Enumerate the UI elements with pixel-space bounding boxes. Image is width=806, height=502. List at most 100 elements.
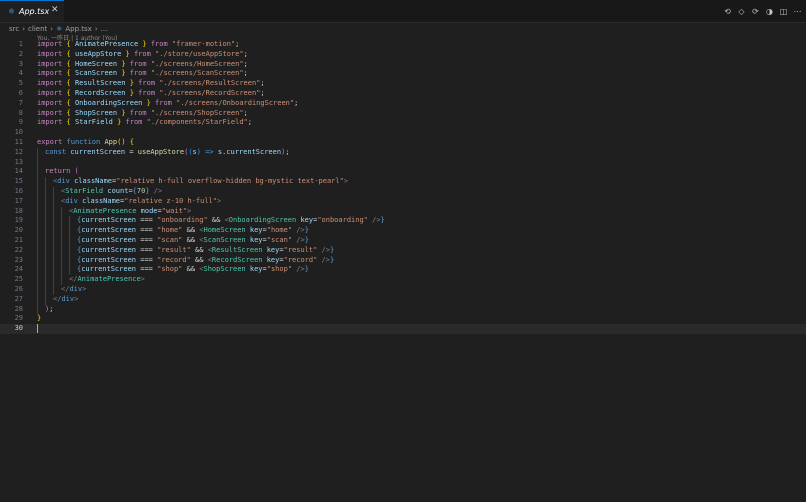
attribute: key bbox=[249, 265, 263, 274]
keyword: const bbox=[45, 147, 67, 156]
breadcrumb-symbol[interactable]: ... bbox=[101, 25, 108, 33]
punct: ; bbox=[243, 49, 248, 58]
tag-bracket: > bbox=[140, 275, 145, 284]
indent-guide bbox=[45, 196, 46, 207]
indent-guide bbox=[69, 255, 70, 266]
operator: === bbox=[140, 245, 153, 254]
indent-guide bbox=[37, 206, 38, 217]
tab-bar: ⚛ App.tsx ✕ ⟲ ◇ ⟳ ◑ ◫ ⋯ bbox=[0, 0, 806, 23]
indent-guide bbox=[61, 226, 62, 236]
tag-bracket: /> bbox=[321, 245, 330, 254]
string: "home" bbox=[266, 226, 293, 235]
brace: } bbox=[37, 314, 42, 323]
brace: } bbox=[304, 226, 309, 235]
code-line: 29} bbox=[0, 314, 806, 324]
breadcrumb-src[interactable]: src bbox=[9, 25, 19, 33]
identifier: ResultScreen bbox=[70, 79, 130, 88]
string: "onboarding" bbox=[317, 216, 368, 225]
indent-guide bbox=[45, 245, 46, 256]
string: "relative z-10 h-full" bbox=[124, 196, 217, 205]
open-changes-icon[interactable]: ◇ bbox=[737, 7, 746, 16]
line-number: 30 bbox=[14, 324, 23, 333]
go-back-icon[interactable]: ⟲ bbox=[723, 7, 732, 16]
string: "wait" bbox=[161, 206, 188, 215]
keyword: from bbox=[125, 108, 151, 117]
indent-guide bbox=[45, 275, 46, 285]
component-name: ScanScreen bbox=[203, 235, 246, 244]
indent-guide bbox=[53, 186, 54, 197]
split-editor-icon[interactable]: ◫ bbox=[779, 7, 788, 16]
brace: } bbox=[380, 216, 385, 225]
paren: ) bbox=[196, 147, 201, 156]
indent-guide bbox=[45, 265, 46, 276]
keyword: from bbox=[129, 49, 156, 58]
code-line: 12 const currentScreen = useAppStore((s) … bbox=[0, 147, 806, 158]
indent-guide bbox=[53, 265, 54, 276]
indent-guide bbox=[37, 216, 38, 227]
indent-guide bbox=[45, 186, 46, 197]
tab-app-tsx[interactable]: ⚛ App.tsx ✕ bbox=[0, 0, 64, 22]
tag-bracket: > bbox=[187, 206, 192, 215]
keyword: import bbox=[37, 79, 63, 88]
string: "./screens/ResultScreen" bbox=[159, 79, 261, 88]
component-name: AnimatePresence bbox=[73, 206, 137, 215]
keyword: export bbox=[37, 137, 63, 146]
line-number: 19 bbox=[14, 216, 23, 225]
line-number: 25 bbox=[14, 275, 23, 284]
operator: && bbox=[211, 216, 221, 225]
code-line: 14 return ( bbox=[0, 167, 806, 178]
identifier: AnimatePresence bbox=[70, 40, 143, 48]
keyword: from bbox=[133, 79, 160, 88]
indent-guide bbox=[45, 206, 46, 217]
indent-guide bbox=[37, 255, 38, 266]
keyword: return bbox=[45, 167, 71, 176]
editor-actions: ⟲ ◇ ⟳ ◑ ◫ ⋯ bbox=[723, 0, 802, 22]
code-editor[interactable]: 1 import { AnimatePresence } from "framer… bbox=[0, 40, 806, 334]
attribute: key bbox=[300, 216, 314, 225]
close-icon[interactable]: ✕ bbox=[51, 5, 59, 15]
punct: ; bbox=[243, 59, 248, 68]
code-line: 26 </div> bbox=[0, 284, 806, 295]
line-number: 9 bbox=[18, 118, 23, 127]
code-line: 2 import { useAppStore } from "./store/us… bbox=[0, 50, 806, 60]
indent-guide bbox=[53, 255, 54, 266]
indent-guide bbox=[53, 235, 54, 246]
identifier: currentScreen bbox=[81, 226, 137, 235]
keyword: import bbox=[37, 88, 63, 97]
react-icon: ⚛ bbox=[8, 7, 16, 16]
operator: && bbox=[195, 245, 204, 254]
indent-guide bbox=[45, 177, 46, 187]
operator: && bbox=[186, 226, 196, 235]
indent-guide bbox=[37, 157, 38, 168]
code-line: 20 {currentScreen === "home" && <HomeScre… bbox=[0, 226, 806, 236]
code-line: 8 import { ShopScreen } from "./screens/S… bbox=[0, 109, 806, 119]
line-number: 22 bbox=[14, 245, 23, 254]
indent-guide bbox=[45, 226, 46, 236]
indent-guide bbox=[37, 284, 38, 295]
identifier: currentScreen bbox=[81, 265, 137, 274]
identifier: currentScreen bbox=[70, 147, 126, 156]
indent-guide bbox=[53, 206, 54, 217]
code-line: 5 import { ResultScreen } from "./screens… bbox=[0, 79, 806, 89]
breadcrumb-file[interactable]: App.tsx bbox=[65, 25, 91, 33]
go-forward-icon[interactable]: ⟳ bbox=[751, 7, 760, 16]
more-actions-icon[interactable]: ⋯ bbox=[793, 7, 802, 16]
line-number: 26 bbox=[14, 284, 23, 293]
indent-guide bbox=[37, 294, 38, 305]
code-line: 22 {currentScreen === "result" && <Result… bbox=[0, 245, 806, 256]
line-number: 23 bbox=[14, 255, 23, 264]
tag-bracket: /> bbox=[153, 186, 163, 195]
line-number: 10 bbox=[14, 128, 23, 137]
breadcrumb-client[interactable]: client bbox=[28, 25, 47, 33]
keyword: import bbox=[37, 49, 63, 58]
identifier: useAppStore bbox=[70, 49, 126, 58]
string: "shop" bbox=[157, 265, 183, 274]
string: "relative h-full overflow-hidden bg-myst… bbox=[116, 177, 344, 186]
identifier: currentScreen bbox=[81, 216, 137, 225]
line-number: 15 bbox=[14, 177, 23, 186]
operator: === bbox=[140, 265, 153, 274]
string: "scan" bbox=[266, 235, 293, 244]
code-line: 7 import { OnboardingScreen } from "./scr… bbox=[0, 99, 806, 109]
indent-guide bbox=[37, 147, 38, 158]
compare-icon[interactable]: ◑ bbox=[765, 7, 774, 16]
